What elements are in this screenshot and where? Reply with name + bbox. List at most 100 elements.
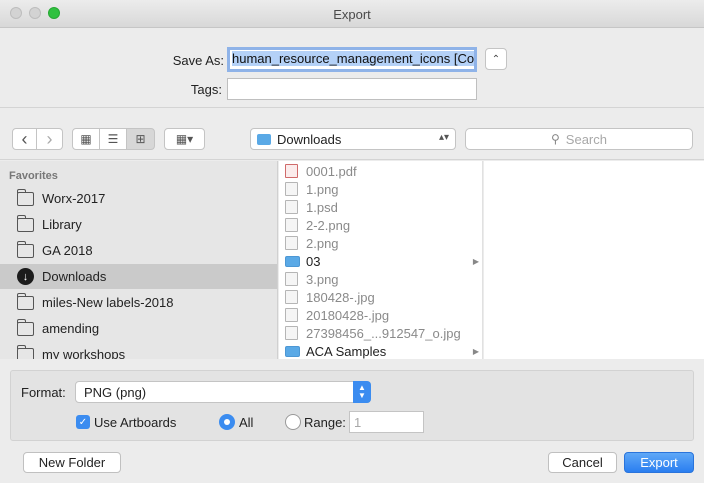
folder-icon xyxy=(17,344,34,359)
sidebar-item-ga-2018[interactable]: GA 2018 xyxy=(0,238,277,263)
all-radio[interactable] xyxy=(219,414,235,430)
sidebar-item-worx-2017[interactable]: Worx-2017 xyxy=(0,186,277,211)
collapse-dialog-button[interactable]: ⌃ xyxy=(485,48,507,70)
sidebar-item-my-workshops[interactable]: my workshops xyxy=(0,342,277,359)
checkmark-icon: ✓ xyxy=(78,416,88,428)
forward-button[interactable]: › xyxy=(37,128,63,150)
sidebar-item-label: GA 2018 xyxy=(42,243,93,258)
search-field[interactable]: ⚲ Search xyxy=(465,128,693,150)
file-row[interactable]: 180428-.jpg xyxy=(279,288,482,306)
location-popup[interactable]: Downloads ▴▾ xyxy=(250,128,456,150)
folder-icon xyxy=(17,292,34,310)
columns-icon: ⊞ xyxy=(135,132,146,146)
image-file-icon xyxy=(285,236,298,250)
chevron-right-icon: › xyxy=(46,129,53,149)
sidebar-item-label: my workshops xyxy=(42,347,126,359)
folder-row[interactable]: 03 ▶ xyxy=(279,252,482,270)
new-folder-button[interactable]: New Folder xyxy=(23,452,121,473)
export-options-panel: Format: PNG (png) ▲ ▼ ✓ Use Artboards All… xyxy=(10,370,694,441)
list-icon: ☰ xyxy=(107,132,119,146)
sidebar: Favorites Worx-2017 Library GA 2018 ↓ Dow… xyxy=(0,161,278,359)
chevron-up-icon: ⌃ xyxy=(491,53,501,65)
file-name: 180428-.jpg xyxy=(306,289,375,305)
preview-column xyxy=(484,161,704,359)
folder-icon xyxy=(257,133,271,145)
folder-icon xyxy=(285,255,300,267)
file-row[interactable]: 0001.pdf xyxy=(279,162,482,180)
sidebar-item-label: Worx-2017 xyxy=(42,191,106,206)
file-row[interactable]: 2.png xyxy=(279,234,482,252)
sidebar-item-label: amending xyxy=(42,321,100,336)
icon-view-button[interactable]: ▦ xyxy=(72,128,100,150)
file-name: 27398456_...912547_o.jpg xyxy=(306,325,461,341)
back-button[interactable]: ‹ xyxy=(12,128,37,150)
folder-icon xyxy=(17,188,34,206)
sidebar-item-label: Library xyxy=(42,217,82,232)
gallery-view-menu[interactable]: ▦▾ xyxy=(164,128,205,150)
folder-icon xyxy=(285,345,300,357)
search-icon: ⚲ xyxy=(551,132,560,146)
folder-row[interactable]: ACA Samples ▶ xyxy=(279,342,482,359)
use-artboards-checkbox[interactable]: ✓ xyxy=(76,415,90,429)
range-input[interactable]: 1 xyxy=(349,411,424,433)
file-name: 0001.pdf xyxy=(306,163,357,179)
range-label: Range: xyxy=(304,415,346,430)
file-row[interactable]: 20180428-.jpg xyxy=(279,306,482,324)
filename-selection: human_resource_management_icons [Co xyxy=(232,51,475,66)
file-name: ACA Samples xyxy=(306,343,387,359)
folder-icon xyxy=(17,318,34,336)
format-label: Format: xyxy=(21,385,66,400)
download-icon: ↓ xyxy=(17,268,34,285)
cancel-button[interactable]: Cancel xyxy=(548,452,617,473)
file-row[interactable]: 27398456_...912547_o.jpg xyxy=(279,324,482,342)
file-name: 2.png xyxy=(306,235,339,251)
list-view-button[interactable]: ☰ xyxy=(99,128,127,150)
all-label: All xyxy=(239,415,254,430)
updown-icon: ▲ ▼ xyxy=(353,381,371,403)
format-value: PNG (png) xyxy=(84,385,147,400)
use-artboards-label: Use Artboards xyxy=(94,415,177,430)
file-column: 0001.pdf 1.png 1.psd 2-2.png 2.png 03 ▶ 3… xyxy=(279,161,483,359)
image-file-icon xyxy=(285,308,298,322)
sidebar-item-label: miles-New labels-2018 xyxy=(42,295,174,310)
range-radio[interactable] xyxy=(285,414,301,430)
sidebar-item-label: Downloads xyxy=(42,269,107,284)
folder-icon xyxy=(17,214,34,232)
sidebar-item-downloads[interactable]: ↓ Downloads xyxy=(0,264,277,289)
image-file-icon xyxy=(285,290,298,304)
image-file-icon xyxy=(285,218,298,232)
disclosure-arrow-icon: ▶ xyxy=(472,256,479,266)
image-file-icon xyxy=(285,182,298,196)
title-bar: Export xyxy=(0,0,704,28)
tags-label: Tags: xyxy=(190,82,222,97)
chevron-left-icon: ‹ xyxy=(21,129,28,149)
file-name: 03 xyxy=(306,253,321,269)
file-row[interactable]: 3.png xyxy=(279,270,482,288)
grid-icon: ▦ xyxy=(80,132,92,146)
location-label: Downloads xyxy=(277,131,342,147)
file-row[interactable]: 1.png xyxy=(279,180,482,198)
sidebar-item-library[interactable]: Library xyxy=(0,212,277,237)
file-name: 1.png xyxy=(306,181,339,197)
export-button[interactable]: Export xyxy=(624,452,694,473)
save-as-input[interactable]: human_resource_management_icons [Co xyxy=(227,47,477,72)
folder-icon xyxy=(17,240,34,258)
file-row[interactable]: 1.psd xyxy=(279,198,482,216)
psd-file-icon xyxy=(285,200,298,214)
file-name: 3.png xyxy=(306,271,339,287)
column-view-button[interactable]: ⊞ xyxy=(126,128,155,150)
sidebar-item-amending[interactable]: amending xyxy=(0,316,277,341)
file-row[interactable]: 2-2.png xyxy=(279,216,482,234)
file-name: 2-2.png xyxy=(306,217,351,233)
image-file-icon xyxy=(285,326,298,340)
updown-icon: ▴▾ xyxy=(438,132,449,143)
search-placeholder: Search xyxy=(565,131,607,147)
pdf-file-icon xyxy=(285,164,298,178)
format-select[interactable]: PNG (png) ▲ ▼ xyxy=(75,381,371,403)
tags-input[interactable] xyxy=(227,78,477,100)
favorites-heading: Favorites xyxy=(9,170,58,182)
sidebar-item-miles-new-labels[interactable]: miles-New labels-2018 xyxy=(0,290,277,315)
window-title: Export xyxy=(333,7,371,22)
file-name: 20180428-.jpg xyxy=(306,307,390,323)
gallery-icon: ▦▾ xyxy=(175,132,194,146)
